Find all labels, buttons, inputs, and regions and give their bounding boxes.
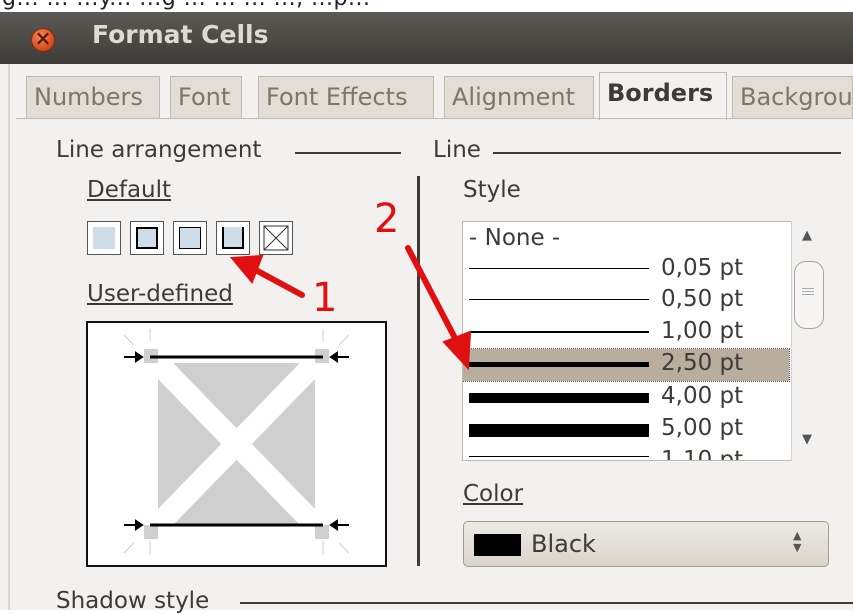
annotation-label-one: 1 [312,275,338,321]
annotation-arrows [229,245,472,371]
annotation-label-two: 2 [374,196,400,242]
